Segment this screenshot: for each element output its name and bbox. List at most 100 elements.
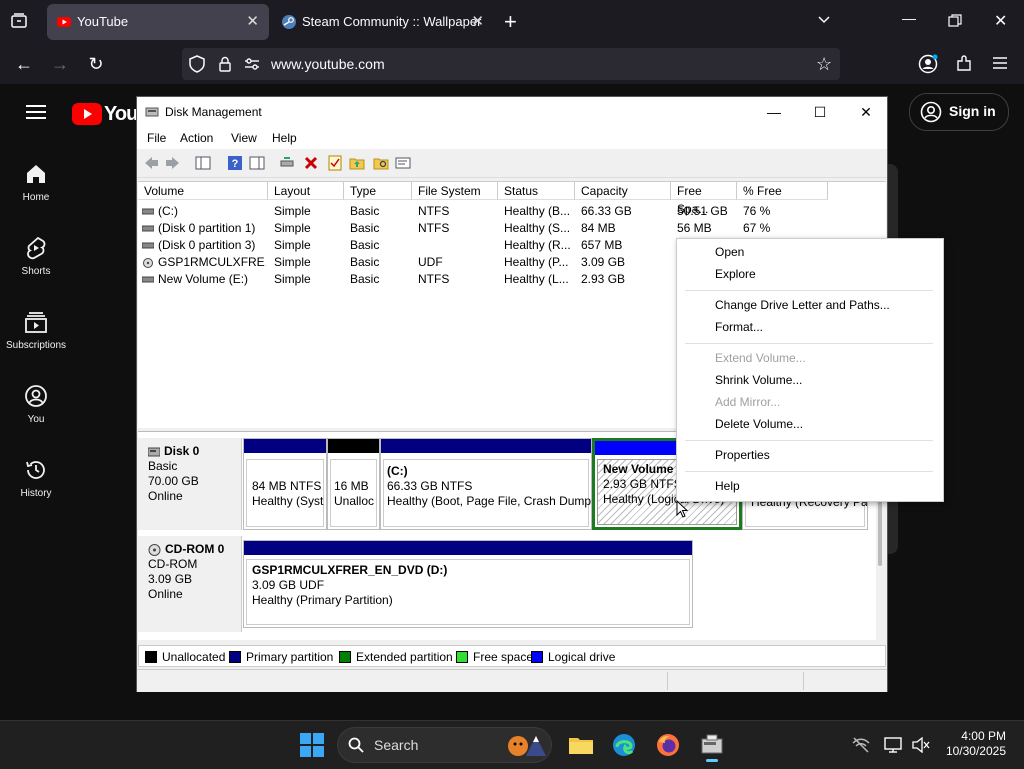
partition-system[interactable]: 84 MB NTFS Healthy (Syst	[243, 438, 327, 530]
console-tree-icon[interactable]	[195, 155, 211, 171]
sidebar-item-subscriptions[interactable]: Subscriptions	[0, 310, 72, 351]
hard-disk-icon	[148, 447, 160, 456]
menu-action[interactable]: Action	[180, 131, 213, 145]
partition-cdrom-d[interactable]: GSP1RMCULXFRER_EN_DVD (D:) 3.09 GB UDF Hea…	[243, 540, 693, 628]
new-tab-icon[interactable]: +	[504, 9, 517, 35]
extensions-icon[interactable]	[955, 55, 973, 76]
bookmark-star-icon[interactable]: ☆	[816, 54, 832, 75]
column-header-status[interactable]: Status	[498, 182, 575, 200]
close-tab-icon[interactable]: ✕	[246, 12, 259, 30]
column-header-percent-free[interactable]: % Free	[737, 182, 828, 200]
cdrom-0-label[interactable]: CD-ROM 0 CD-ROM 3.09 GB Online	[138, 536, 242, 632]
volume-icon	[142, 225, 154, 232]
partition-c[interactable]: (C:) 66.33 GB NTFS Healthy (Boot, Page Fil…	[380, 438, 592, 530]
table-cell-type: Basic	[350, 255, 380, 269]
column-header-capacity[interactable]: Capacity	[575, 182, 671, 200]
tab-youtube[interactable]: YouTube ✕	[47, 4, 269, 40]
minimize-button[interactable]: —	[751, 97, 797, 127]
table-cell-type: Basic	[350, 204, 380, 218]
table-cell-volume: (Disk 0 partition 1)	[158, 221, 256, 235]
sidebar-item-home[interactable]: Home	[0, 162, 72, 203]
properties-icon[interactable]	[395, 155, 411, 171]
start-windows-icon[interactable]	[300, 733, 324, 757]
legend-logical: Logical drive	[531, 650, 615, 664]
network-off-icon[interactable]	[852, 737, 870, 756]
list-all-tabs-icon[interactable]	[816, 12, 832, 31]
forward-icon[interactable]	[165, 155, 181, 171]
display-icon[interactable]	[884, 737, 902, 756]
clock[interactable]: 4:00 PM 10/30/2025	[944, 729, 1006, 759]
folder-up-icon[interactable]	[349, 155, 365, 171]
help-icon[interactable]: ?	[227, 155, 243, 171]
menu-item-help[interactable]: Help	[715, 479, 740, 493]
legend-swatch	[339, 651, 351, 663]
close-browser-icon[interactable]: ✕	[994, 11, 1007, 31]
sidebar-item-shorts[interactable]: Shorts	[0, 236, 72, 277]
column-header-file-system[interactable]: File System	[412, 182, 498, 200]
disk-0-label[interactable]: Disk 0 Basic 70.00 GB Online	[138, 438, 242, 530]
column-header-layout[interactable]: Layout	[268, 182, 344, 200]
menu-help[interactable]: Help	[272, 131, 297, 145]
disk-management-taskbar-icon[interactable]	[700, 733, 724, 762]
connect-icon[interactable]	[279, 155, 295, 171]
youtube-logo-icon	[72, 103, 102, 125]
address-bar[interactable]: www.youtube.com ☆	[182, 48, 840, 80]
column-header-free-space[interactable]: Free Spa...	[671, 182, 737, 216]
edge-icon[interactable]	[612, 733, 636, 757]
lock-icon[interactable]	[218, 56, 232, 75]
close-tab-icon[interactable]: ✕	[471, 12, 484, 30]
sidebar-item-you[interactable]: You	[0, 384, 72, 425]
volume-icon	[142, 208, 154, 215]
partition-size: 66.33 GB NTFS	[387, 479, 473, 493]
volume-muted-icon[interactable]	[912, 736, 930, 756]
menu-item-format[interactable]: Format...	[715, 320, 763, 334]
minimize-browser-icon[interactable]: —	[902, 10, 916, 26]
menu-item-explore[interactable]: Explore	[715, 267, 756, 281]
partition-name: GSP1RMCULXFRER_EN_DVD (D:)	[252, 563, 448, 577]
menu-item-properties[interactable]: Properties	[715, 448, 770, 462]
permissions-icon[interactable]	[244, 57, 260, 74]
menu-separator	[685, 471, 933, 472]
menu-item-extend-volume: Extend Volume...	[715, 351, 806, 365]
table-row[interactable]: (Disk 0 partition 1) Simple Basic NTFS Healt…	[138, 220, 886, 237]
menu-file[interactable]: File	[147, 131, 166, 145]
folder-search-icon[interactable]	[373, 155, 389, 171]
sidebar-item-history[interactable]: History	[0, 458, 72, 499]
menu-item-delete-volume[interactable]: Delete Volume...	[715, 417, 803, 431]
table-row[interactable]: (C:) Simple Basic NTFS Healthy (B... 66.33 GB…	[138, 203, 886, 220]
shield-icon[interactable]	[189, 55, 205, 76]
partition-unallocated[interactable]: 16 MB Unalloc	[327, 438, 380, 530]
show-hide-icon[interactable]	[249, 155, 265, 171]
delete-icon[interactable]	[303, 155, 319, 171]
close-button[interactable]: ✕	[843, 97, 889, 127]
back-icon[interactable]	[143, 155, 159, 171]
checklist-icon[interactable]	[327, 155, 343, 171]
taskbar-search[interactable]: Search	[337, 727, 552, 763]
active-indicator	[706, 759, 718, 762]
column-header-volume[interactable]: Volume	[138, 182, 268, 200]
firefox-icon[interactable]	[656, 733, 680, 757]
maximize-button[interactable]: ☐	[797, 97, 843, 127]
menu-view[interactable]: View	[231, 131, 257, 145]
file-explorer-icon[interactable]	[568, 733, 593, 757]
restore-browser-icon[interactable]	[948, 14, 962, 31]
tab-list-icon[interactable]	[10, 12, 28, 30]
table-cell-capacity: 66.33 GB	[581, 204, 632, 218]
table-cell-type: Basic	[350, 272, 380, 286]
column-header-type[interactable]: Type	[344, 182, 412, 200]
disk-name: Disk 0	[164, 444, 200, 458]
menu-separator	[685, 343, 933, 344]
forward-arrow-icon[interactable]: →	[48, 52, 72, 76]
app-menu-icon[interactable]	[992, 56, 1008, 73]
tab-steam[interactable]: Steam Community :: Wallpaper ✕	[272, 4, 494, 40]
guide-menu-icon[interactable]	[26, 104, 46, 123]
menu-item-change-drive-letter[interactable]: Change Drive Letter and Paths...	[715, 298, 890, 312]
reload-icon[interactable]: ↻	[84, 52, 108, 76]
back-arrow-icon[interactable]: ←	[12, 52, 36, 76]
status-bar	[137, 669, 887, 692]
table-cell-status: Healthy (P...	[504, 255, 569, 269]
sign-in-button[interactable]: Sign in	[909, 93, 1009, 131]
menu-item-shrink-volume[interactable]: Shrink Volume...	[715, 373, 802, 387]
menu-item-open[interactable]: Open	[715, 245, 744, 259]
account-icon[interactable]	[918, 54, 938, 77]
